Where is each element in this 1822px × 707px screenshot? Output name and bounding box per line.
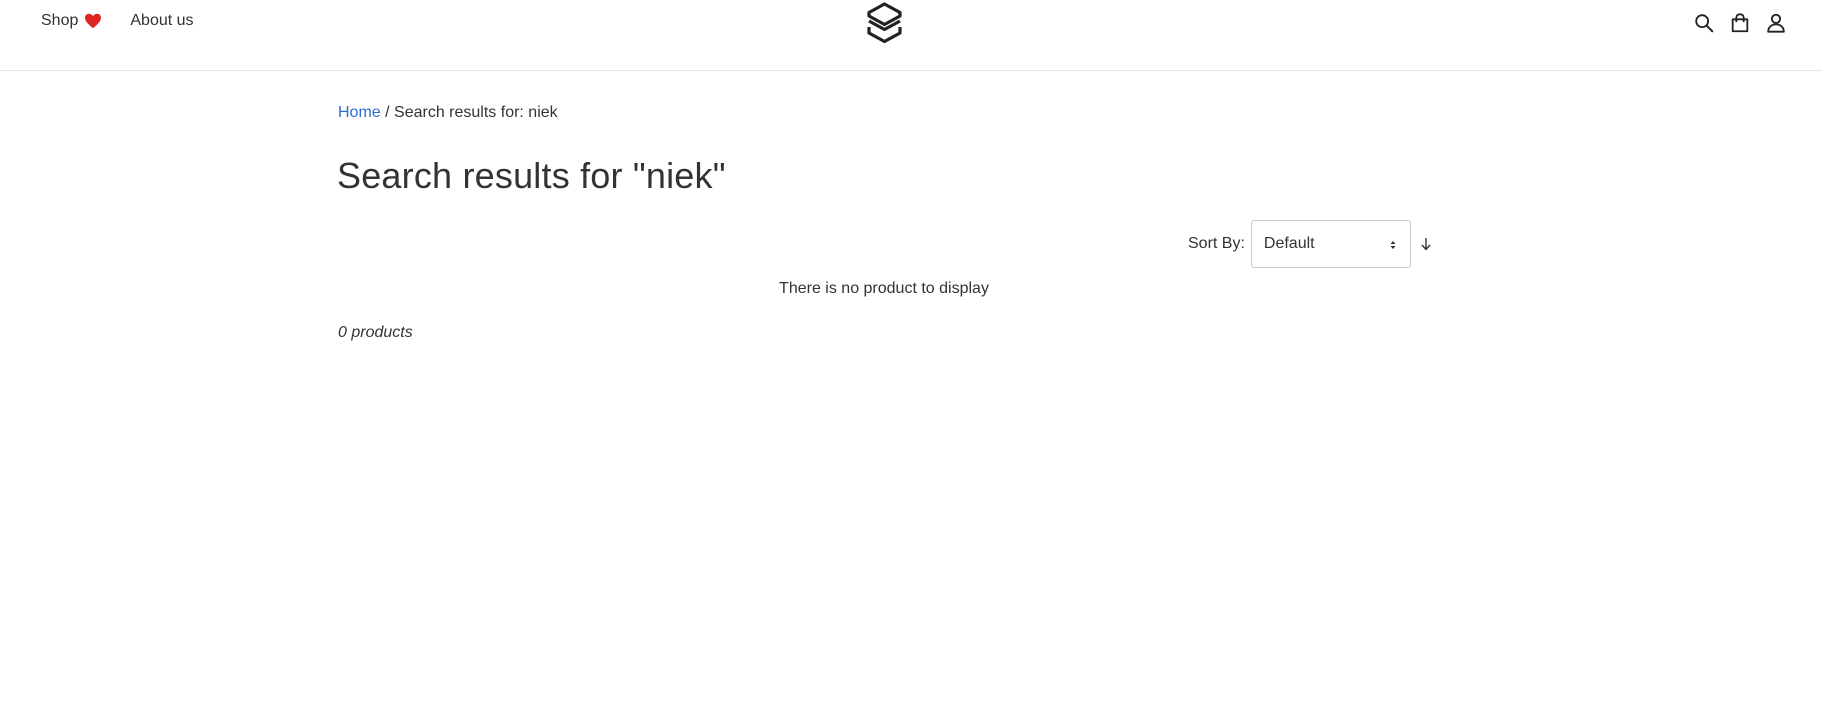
site-header: Shop About us (0, 0, 1822, 71)
sort-bar: Sort By: Default (1188, 220, 1433, 268)
shopping-bag-icon[interactable] (1729, 12, 1751, 34)
nav-shop-label: Shop (41, 12, 79, 29)
breadcrumb-separator: / (380, 104, 395, 121)
nav-about-label: About us (130, 12, 194, 29)
sort-label: Sort By: (1188, 235, 1245, 252)
breadcrumb-home-link[interactable]: Home (338, 104, 381, 121)
search-icon[interactable] (1693, 12, 1715, 34)
header-actions (1693, 12, 1787, 34)
breadcrumb: Home / Search results for: niek (338, 104, 558, 122)
page-title: Search results for "niek" (337, 155, 726, 196)
select-caret-icon (1390, 241, 1396, 249)
heart-icon (85, 13, 102, 29)
arrow-down-icon[interactable] (1419, 236, 1433, 252)
nav-about-link[interactable]: About us (130, 12, 193, 30)
breadcrumb-current: Search results for: niek (394, 104, 558, 121)
sort-select[interactable]: Default (1250, 220, 1411, 268)
logo-icon[interactable] (866, 2, 903, 44)
product-count: 0 products (338, 324, 413, 341)
empty-results-message: There is no product to display (779, 280, 989, 297)
sort-selected-value: Default (1263, 235, 1315, 252)
nav-shop-link[interactable]: Shop (41, 12, 102, 30)
user-icon[interactable] (1765, 12, 1787, 34)
main-nav: Shop About us (41, 12, 194, 30)
